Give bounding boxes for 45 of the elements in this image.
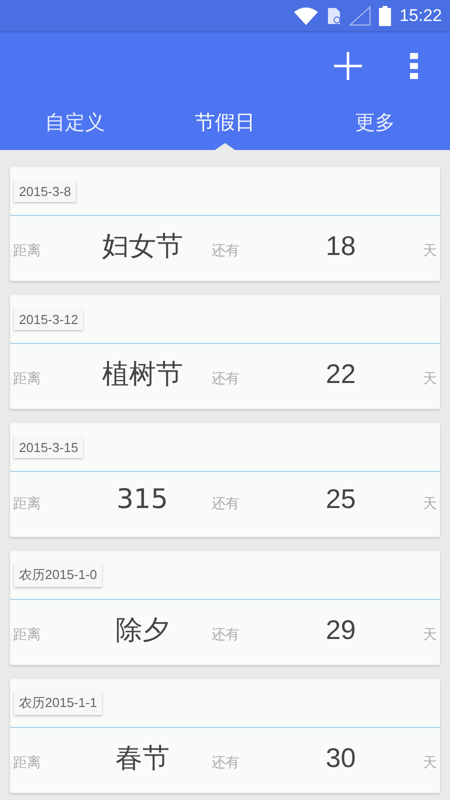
battery-icon bbox=[379, 6, 392, 26]
days-count: 29 bbox=[324, 615, 357, 646]
days-count: 30 bbox=[324, 743, 357, 774]
prefix-label: 距离 bbox=[13, 495, 42, 513]
date-tag: 2015-3-8 bbox=[14, 180, 76, 202]
holiday-name: 除夕 bbox=[114, 614, 170, 648]
holiday-card[interactable]: 农历2015-1-1 距离 春节 还有 30 天 bbox=[10, 679, 440, 793]
prefix-label: 距离 bbox=[13, 754, 42, 772]
sim-card-icon bbox=[327, 6, 342, 24]
holiday-card[interactable]: 农历2015-1-0 距离 除夕 还有 29 天 bbox=[10, 551, 440, 665]
days-count: 25 bbox=[324, 484, 357, 515]
add-icon[interactable] bbox=[333, 50, 363, 80]
unit-label: 天 bbox=[422, 495, 438, 513]
date-tag: 农历2015-1-1 bbox=[14, 691, 102, 715]
signal-icon bbox=[349, 6, 372, 26]
unit-label: 天 bbox=[422, 242, 438, 260]
holiday-name: 植树节 bbox=[100, 358, 184, 392]
holiday-name: 315 bbox=[115, 484, 170, 515]
tab[interactable]: 更多 bbox=[300, 100, 450, 150]
holiday-name: 春节 bbox=[114, 742, 170, 776]
unit-label: 天 bbox=[422, 370, 438, 388]
days-count: 18 bbox=[324, 231, 357, 262]
days-count: 22 bbox=[324, 359, 357, 390]
more-icon[interactable] bbox=[409, 52, 419, 80]
remaining-label: 还有 bbox=[212, 242, 240, 260]
date-tag: 2015-3-15 bbox=[14, 436, 84, 458]
remaining-label: 还有 bbox=[212, 495, 240, 513]
prefix-label: 距离 bbox=[13, 370, 42, 388]
prefix-label: 距离 bbox=[13, 626, 42, 644]
prefix-label: 距离 bbox=[13, 242, 42, 260]
date-tag: 2015-3-12 bbox=[14, 308, 84, 330]
holiday-card[interactable]: 2015-3-8 距离 妇女节 还有 18 天 bbox=[10, 167, 440, 281]
remaining-label: 还有 bbox=[212, 370, 240, 388]
tab[interactable]: 自定义 bbox=[0, 100, 150, 150]
tab[interactable]: 节假日 bbox=[150, 100, 300, 150]
wifi-icon bbox=[293, 6, 320, 26]
unit-label: 天 bbox=[422, 626, 438, 644]
unit-label: 天 bbox=[422, 754, 438, 772]
remaining-label: 还有 bbox=[212, 754, 240, 772]
status-time: 15:22 bbox=[399, 6, 442, 26]
date-tag: 农历2015-1-0 bbox=[14, 563, 102, 587]
holiday-name: 妇女节 bbox=[100, 230, 184, 264]
remaining-label: 还有 bbox=[212, 626, 240, 644]
holiday-card[interactable]: 2015-3-15 距离 315 还有 25 天 bbox=[10, 423, 440, 537]
holiday-card[interactable]: 2015-3-12 距离 植树节 还有 22 天 bbox=[10, 295, 440, 409]
